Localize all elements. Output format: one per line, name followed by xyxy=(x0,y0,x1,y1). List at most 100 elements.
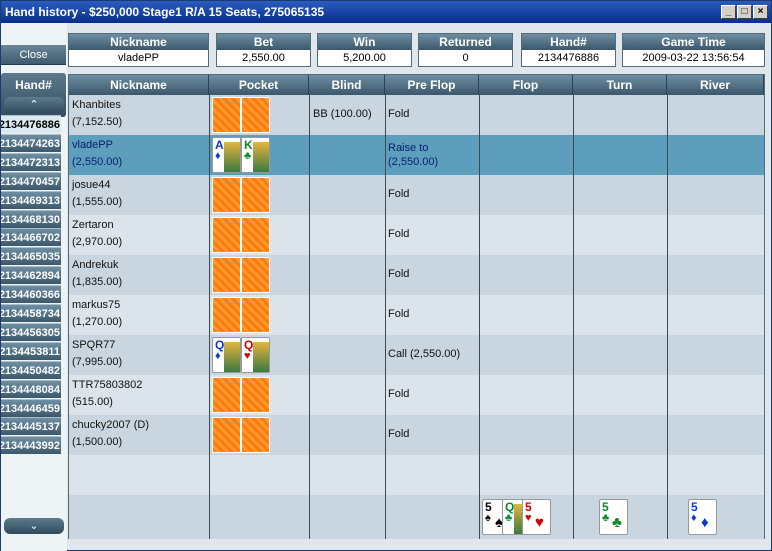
hand-history-window: Hand history - $250,000 Stage1 R/A 15 Se… xyxy=(0,0,772,551)
card-suit-icon: ♠ xyxy=(485,512,491,524)
card-back xyxy=(212,297,241,333)
column-divider xyxy=(309,95,310,539)
hand-list-header-label: Hand# xyxy=(15,78,52,92)
hand-list-item[interactable]: 2134472313 xyxy=(1,152,61,171)
player-stack: (7,995.00) xyxy=(72,356,123,368)
card-suit-pip-icon: ♥ xyxy=(535,514,544,531)
win-summary-value: 5,200.00 xyxy=(343,52,386,64)
card-back xyxy=(241,257,270,293)
hand-list-item[interactable]: 2134465035 xyxy=(1,247,61,266)
card-back xyxy=(241,417,270,453)
card-face-art xyxy=(253,142,269,172)
player-stack: (1,555.00) xyxy=(72,196,123,208)
player-row[interactable]: SPQR77 (7,995.00) Q ♦ Q ♥ Call (2,550.00) xyxy=(69,335,764,375)
card-face-art xyxy=(224,142,240,172)
player-stack: (1,500.00) xyxy=(72,436,123,448)
title-bar: Hand history - $250,000 Stage1 R/A 15 Se… xyxy=(1,1,771,23)
card-suit-icon: ♦ xyxy=(215,350,221,362)
scroll-up-button[interactable]: ⌃ xyxy=(4,97,64,113)
hand-list-item[interactable]: 2134446459 xyxy=(1,398,61,417)
hand-list-item[interactable]: 2134448084 xyxy=(1,379,61,398)
hand-list-item[interactable]: 2134468130 xyxy=(1,209,61,228)
player-row[interactable]: chucky2007 (D) (1,500.00) Fold xyxy=(69,415,764,455)
card-suit-icon: ♥ xyxy=(244,350,251,362)
player-row[interactable]: josue44 (1,555.00) Fold xyxy=(69,175,764,215)
card-back xyxy=(241,177,270,213)
column-header[interactable]: Pocket xyxy=(209,75,309,95)
column-header[interactable]: Pre Flop xyxy=(385,75,479,95)
column-header[interactable]: Blind xyxy=(309,75,385,95)
hand-list-item[interactable]: 2134443992 xyxy=(1,436,61,455)
bet-summary-label: Bet xyxy=(217,34,310,50)
window-title: Hand history - $250,000 Stage1 R/A 15 Se… xyxy=(5,5,325,19)
close-window-button[interactable]: × xyxy=(753,5,768,19)
hand-list-item[interactable]: 2134453811 xyxy=(1,341,61,360)
preflop-action: Raise to xyxy=(388,142,429,154)
card-back xyxy=(241,97,270,133)
playing-card: 5 ♥ ♥ xyxy=(522,499,551,535)
card-suit-pip-icon: ♦ xyxy=(701,514,709,531)
player-nickname: chucky2007 (D) xyxy=(72,419,150,431)
returned-summary-label: Returned xyxy=(419,34,512,50)
column-header[interactable]: River xyxy=(667,75,764,95)
card-back xyxy=(241,377,270,413)
player-nickname: markus75 xyxy=(72,299,121,311)
card-suit-icon: ♥ xyxy=(525,512,532,524)
nickname-summary: Nickname vladePP xyxy=(68,33,209,67)
player-row[interactable]: Andrekuk (1,835.00) Fold xyxy=(69,255,764,295)
playing-card: Q ♦ xyxy=(212,337,241,373)
hand-list-item[interactable]: 2134469313 xyxy=(1,190,61,209)
minimize-button[interactable]: _ xyxy=(721,5,736,19)
close-button[interactable]: Close xyxy=(1,45,66,65)
player-row[interactable]: Khanbites (7,152.50) BB (100.00) Fold xyxy=(69,95,764,135)
player-row[interactable]: Zertaron (2,970.00) Fold xyxy=(69,215,764,255)
returned-summary: Returned 0 xyxy=(418,33,513,67)
card-back xyxy=(212,97,241,133)
preflop-action: Fold xyxy=(388,308,410,320)
hand-list-item[interactable]: 2134450482 xyxy=(1,360,61,379)
player-nickname: vladePP xyxy=(72,139,113,151)
preflop-action: Fold xyxy=(388,188,410,200)
player-stack: (2,970.00) xyxy=(72,236,123,248)
player-row[interactable]: markus75 (1,270.00) Fold xyxy=(69,295,764,335)
card-back xyxy=(241,217,270,253)
hand-list-item[interactable]: 2134466702 xyxy=(1,228,61,247)
scroll-down-button[interactable]: ⌄ xyxy=(4,518,64,534)
playing-card: 5 ♣ ♣ xyxy=(599,499,628,535)
maximize-button[interactable]: □ xyxy=(737,5,752,19)
card-face-art xyxy=(253,342,269,372)
card-back xyxy=(212,217,241,253)
card-suit-icon: ♣ xyxy=(602,512,610,524)
player-row[interactable]: vladePP (2,550.00) A ♦ K ♣ Raise to (2,550.00) xyxy=(69,135,764,175)
win-summary: Win 5,200.00 xyxy=(317,33,412,67)
hand-list-item[interactable]: 2134470457 xyxy=(1,171,61,190)
preflop-action: Call (2,550.00) xyxy=(388,348,461,360)
player-row[interactable]: TTR75803802 (515.00) Fold xyxy=(69,375,764,415)
hand-list-item[interactable]: 2134462894 xyxy=(1,266,61,285)
player-stack: (2,550.00) xyxy=(72,156,123,168)
preflop-action: Fold xyxy=(388,268,410,280)
column-header[interactable]: Flop xyxy=(479,75,573,95)
column-divider xyxy=(209,95,210,539)
preflop-action: Fold xyxy=(388,428,410,440)
card-back xyxy=(212,257,241,293)
game-time-summary-value: 2009-03-22 13:56:54 xyxy=(642,52,745,64)
hand-list-item[interactable]: 2134445137 xyxy=(1,417,61,436)
hand-list-item[interactable]: 2134456305 xyxy=(1,322,61,341)
column-header[interactable]: Nickname xyxy=(69,75,209,95)
empty-row xyxy=(69,455,764,495)
player-nickname: SPQR77 xyxy=(72,339,116,351)
column-header[interactable]: Turn xyxy=(573,75,667,95)
playing-card: Q ♥ xyxy=(241,337,270,373)
hand-list-item[interactable]: 2134458734 xyxy=(1,304,61,322)
preflop-action: Fold xyxy=(388,108,410,120)
card-suit-icon: ♣ xyxy=(505,512,513,524)
hand-list-item[interactable]: 2134476886 xyxy=(1,115,61,133)
card-back xyxy=(241,297,270,333)
card-suit-pip-icon: ♣ xyxy=(612,514,622,531)
hand-list-item[interactable]: 2134474263 xyxy=(1,133,61,152)
hand-list-item[interactable]: 2134460366 xyxy=(1,285,61,304)
player-nickname: TTR75803802 xyxy=(72,379,143,391)
preflop-action-amount: (2,550.00) xyxy=(388,156,439,168)
column-divider xyxy=(385,95,386,539)
